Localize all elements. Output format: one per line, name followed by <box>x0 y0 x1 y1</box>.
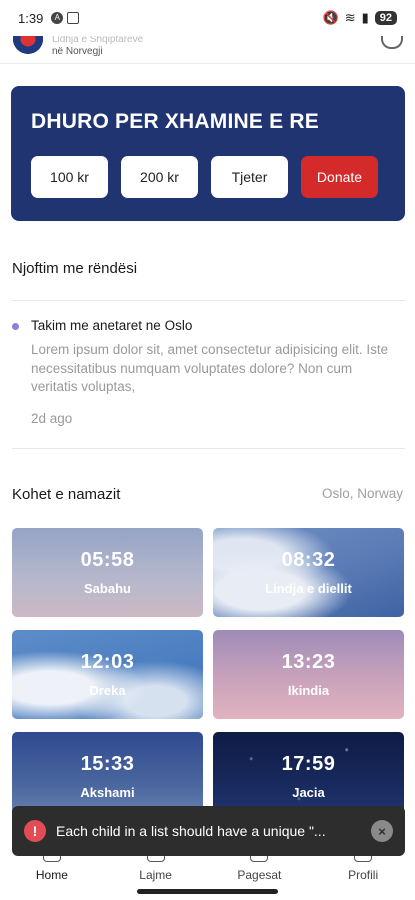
donate-title: DHURO PER XHAMINE E RE <box>31 110 319 133</box>
prayer-grid: 05:58 Sabahu 08:32 Lindja e diellit 12:0… <box>12 528 404 821</box>
nav-home-label: Home <box>35 868 68 882</box>
error-icon: ! <box>24 820 46 842</box>
notice-item[interactable]: Takim me anetaret ne Oslo Lorem ipsum do… <box>12 318 402 426</box>
prayer-name: Jacia <box>292 785 325 800</box>
prayer-tile-ikindia[interactable]: 13:23 Ikindia <box>213 630 404 719</box>
prayer-time: 17:59 <box>281 753 336 775</box>
prayer-tile-sabahu[interactable]: 05:58 Sabahu <box>12 528 203 617</box>
donate-options: 100 kr 200 kr Tjeter Donate <box>31 156 385 198</box>
notification-a-icon: A <box>51 12 64 24</box>
battery-indicator: 92 <box>374 11 397 25</box>
notices-divider <box>12 300 405 301</box>
prayer-location: Oslo, Norway <box>321 486 403 501</box>
wifi-icon: ≋ <box>344 10 356 25</box>
prayer-name: Dreka <box>89 683 126 698</box>
amount-100-button[interactable]: 100 kr <box>31 156 108 198</box>
prayer-section-title: Kohet e namazit <box>12 486 121 503</box>
donate-button[interactable]: Donate <box>301 156 378 198</box>
prayer-time: 12:03 <box>80 651 135 673</box>
mute-icon: 🔇 <box>322 10 339 25</box>
toast-message: Each child in a list should have a uniqu… <box>56 823 326 839</box>
prayer-time: 13:23 <box>281 651 336 673</box>
notice-title: Takim me anetaret ne Oslo <box>31 318 193 333</box>
notice-time: 2d ago <box>31 410 73 426</box>
notification-photo-icon <box>67 12 80 24</box>
nav-pagesat-label: Pagesat <box>237 868 282 882</box>
status-right: 🔇 ≋ ▮ 92 <box>322 10 397 26</box>
nav-profili-label: Profili <box>348 868 379 882</box>
org-name-line2: në Norvegji <box>52 45 103 57</box>
prayer-name: Akshami <box>80 785 135 800</box>
amount-other-button[interactable]: Tjeter <box>211 156 288 198</box>
nav-lajme-label: Lajme <box>139 868 172 882</box>
donate-card: DHURO PER XHAMINE E RE 100 kr 200 kr Tje… <box>11 86 405 221</box>
notice-divider <box>12 448 405 449</box>
prayer-name: Lindja e diellit <box>265 581 352 596</box>
gesture-bar[interactable] <box>137 889 278 894</box>
error-toast[interactable]: ! Each child in a list should have a uni… <box>12 806 405 856</box>
notice-body: Lorem ipsum dolor sit, amet consectetur … <box>31 342 389 394</box>
prayer-tile-lindja[interactable]: 08:32 Lindja e diellit <box>213 528 404 617</box>
unread-dot-icon <box>12 323 19 330</box>
amount-200-button[interactable]: 200 kr <box>121 156 198 198</box>
close-icon[interactable]: × <box>371 820 393 842</box>
notices-section-title: Njoftim me rëndësi <box>12 260 138 277</box>
prayer-name: Sabahu <box>84 581 131 596</box>
prayer-name: Ikindia <box>287 683 330 698</box>
prayer-tile-dreka[interactable]: 12:03 Dreka <box>12 630 203 719</box>
prayer-time: 15:33 <box>80 753 135 775</box>
status-time: 1:39 <box>18 10 44 26</box>
menu-icon[interactable] <box>381 34 403 49</box>
signal-icon: ▮ <box>361 10 369 25</box>
status-bar: 1:39 A 🔇 ≋ ▮ 92 <box>0 0 415 36</box>
prayer-time: 05:58 <box>80 549 135 571</box>
prayer-time: 08:32 <box>281 549 336 571</box>
